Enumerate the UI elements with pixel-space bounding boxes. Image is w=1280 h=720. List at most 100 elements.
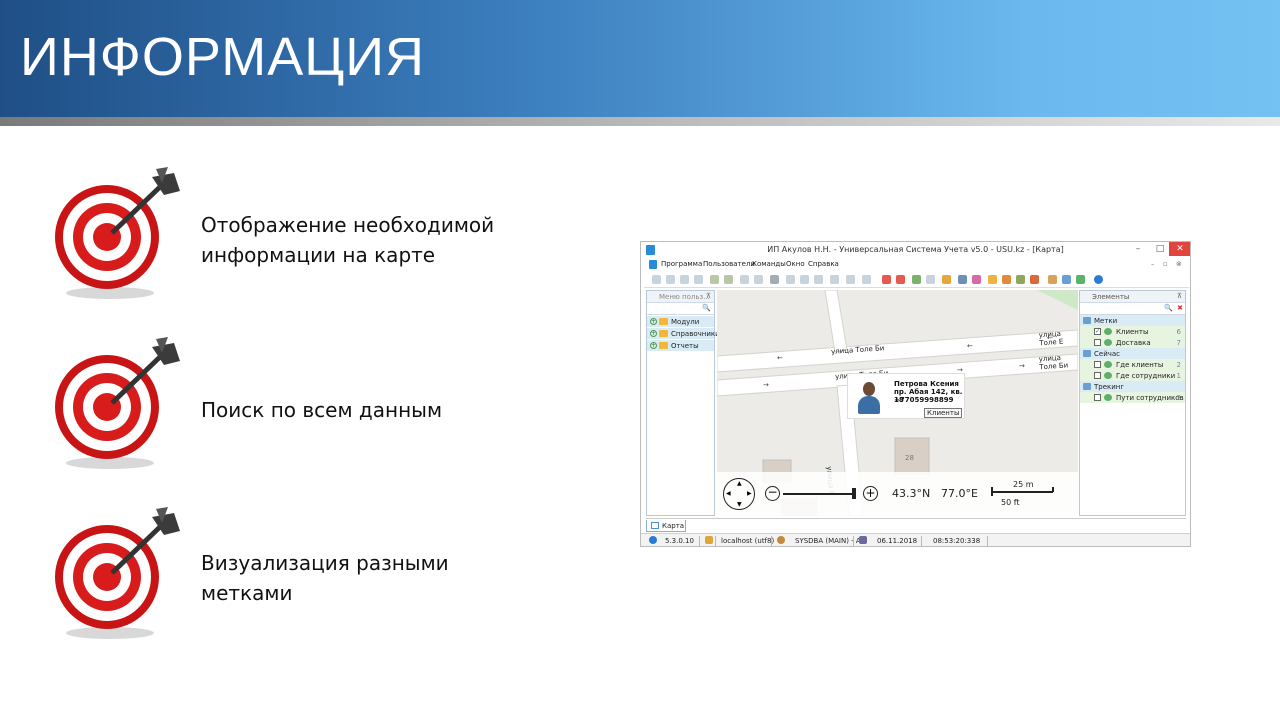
toolbar-delete-icon[interactable]: [694, 275, 703, 284]
toolbar-filter-clear-icon[interactable]: [754, 275, 763, 284]
toolbar-run-icon[interactable]: [1076, 275, 1085, 284]
toolbar-grid-icon[interactable]: [846, 275, 855, 284]
checkbox[interactable]: [1094, 361, 1101, 368]
window-title: ИП Акулов Н.Н. - Универсальная Система У…: [767, 245, 1064, 254]
status-version: 5.3.0.10: [665, 537, 694, 545]
menu-item-commands[interactable]: Команды: [752, 260, 786, 268]
elements-header: Элементы ⊼: [1080, 291, 1185, 303]
menu-item-program[interactable]: Программа: [661, 260, 702, 268]
expand-icon[interactable]: +: [650, 342, 657, 349]
pan-up-icon[interactable]: ▲: [737, 480, 742, 487]
toolbar-first-icon[interactable]: [786, 275, 795, 284]
svg-text:←: ←: [967, 342, 973, 350]
checkbox[interactable]: [1094, 339, 1101, 346]
toolbar-new-icon[interactable]: [652, 275, 661, 284]
status-bar: 5.3.0.10 localhost (utf8) SYSDBA (MAIN) …: [641, 533, 1190, 546]
scale-tick: [991, 487, 993, 496]
zoom-out-button[interactable]: −: [765, 486, 780, 501]
mdi-minimize-icon[interactable]: –: [1151, 260, 1155, 268]
street-label: улица Толе Е: [1038, 329, 1064, 348]
toolbar-last-icon[interactable]: [830, 275, 839, 284]
toolbar-next-icon[interactable]: [814, 275, 823, 284]
status-date: 06.11.2018: [877, 537, 918, 545]
element-item-clients[interactable]: ✓ Клиенты 6: [1080, 326, 1185, 337]
tab-map[interactable]: Карта: [646, 520, 686, 532]
toolbar-clock-icon[interactable]: [926, 275, 935, 284]
clear-search-icon[interactable]: ✖: [1177, 304, 1183, 312]
element-item-staff-paths[interactable]: Пути сотрудников 2: [1080, 392, 1185, 403]
group-now[interactable]: Сейчас: [1080, 348, 1185, 359]
toolbar-copy-icon[interactable]: [666, 275, 675, 284]
status-separator: [771, 536, 772, 546]
menu-item-users[interactable]: Пользователи: [703, 260, 755, 268]
group-marks[interactable]: Метки: [1080, 315, 1185, 326]
slide-title: ИНФОРМАЦИЯ: [20, 27, 426, 87]
element-item-where-clients[interactable]: Где клиенты 2: [1080, 359, 1185, 370]
pan-down-icon[interactable]: ▼: [737, 501, 742, 508]
element-item-delivery[interactable]: Доставка 7: [1080, 337, 1185, 348]
zoom-slider-track[interactable]: [783, 493, 855, 495]
checkbox[interactable]: [1094, 394, 1101, 401]
popup-clients-button[interactable]: Клиенты: [924, 408, 963, 418]
toolbar-chart-icon[interactable]: [1030, 275, 1039, 284]
pan-control[interactable]: ▲ ▼ ◀ ▶: [723, 478, 755, 510]
tree-item-references[interactable]: + Справочники: [647, 328, 720, 339]
elements-search[interactable]: 🔍 ✖: [1080, 303, 1185, 315]
group-icon: [1083, 350, 1091, 357]
toolbar-prev-icon[interactable]: [800, 275, 809, 284]
status-separator: [987, 536, 988, 546]
pan-left-icon[interactable]: ◀: [726, 490, 731, 497]
toolbar-info-icon[interactable]: [1094, 275, 1103, 284]
scale-bar: [991, 491, 1053, 493]
search-icon[interactable]: 🔍: [1164, 304, 1173, 312]
maximize-button[interactable]: □: [1149, 242, 1171, 256]
toolbar-save-icon[interactable]: [1062, 275, 1071, 284]
checkbox[interactable]: [1094, 372, 1101, 379]
user-menu-title: Меню польз...: [659, 293, 710, 301]
search-icon[interactable]: 🔍: [702, 304, 711, 312]
toolbar-edit-icon[interactable]: [680, 275, 689, 284]
mdi-restore-icon[interactable]: ▫: [1163, 260, 1168, 268]
expand-icon[interactable]: +: [650, 330, 657, 337]
toolbar-import-icon[interactable]: [896, 275, 905, 284]
toolbar-color-icon[interactable]: [972, 275, 981, 284]
toolbar-mail-icon[interactable]: [988, 275, 997, 284]
status-separator: [921, 536, 922, 546]
menu-item-window[interactable]: Окно: [786, 260, 805, 268]
map-view[interactable]: ← ← ← → → → 28 улица Толе Би улица Толе …: [717, 290, 1078, 516]
toolbar-bulb-icon[interactable]: [942, 275, 951, 284]
group-label: Трекинг: [1094, 383, 1125, 391]
zoom-in-button[interactable]: +: [863, 486, 878, 501]
folder-icon: [659, 342, 668, 349]
close-button[interactable]: ✕: [1169, 242, 1190, 256]
user-menu-search[interactable]: 🔍: [647, 303, 714, 315]
group-tracking[interactable]: Трекинг: [1080, 381, 1185, 392]
menu-item-help[interactable]: Справка: [808, 260, 839, 268]
mdi-close-icon[interactable]: ⊗: [1176, 260, 1182, 268]
toolbar-flag-icon[interactable]: [770, 275, 779, 284]
item-count: 7: [1176, 339, 1181, 347]
toolbar-filter-icon[interactable]: [740, 275, 749, 284]
minimize-button[interactable]: –: [1127, 242, 1149, 256]
pin-icon[interactable]: ⊼: [706, 292, 711, 300]
pan-right-icon[interactable]: ▶: [747, 490, 752, 497]
toolbar-excel-icon[interactable]: [912, 275, 921, 284]
toolbar-print-icon[interactable]: [862, 275, 871, 284]
expand-icon[interactable]: +: [650, 318, 657, 325]
marker-popup[interactable]: Петрова Ксения пр. Абая 142, кв. 18 +770…: [847, 373, 965, 419]
tree-item-modules[interactable]: + Модули: [647, 316, 714, 327]
toolbar-users-icon[interactable]: [1016, 275, 1025, 284]
item-label: Пути сотрудников: [1116, 394, 1184, 402]
toolbar-settings-icon[interactable]: [958, 275, 967, 284]
toolbar-calendar-icon[interactable]: [1048, 275, 1057, 284]
element-item-where-staff[interactable]: Где сотрудники 1: [1080, 370, 1185, 381]
checkbox[interactable]: ✓: [1094, 328, 1101, 335]
pin-icon[interactable]: ⊼: [1177, 292, 1182, 300]
toolbar-home-icon[interactable]: [1002, 275, 1011, 284]
toolbar-search-icon[interactable]: [724, 275, 733, 284]
toolbar-export-icon[interactable]: [882, 275, 891, 284]
toolbar-refresh-icon[interactable]: [710, 275, 719, 284]
zoom-slider-handle[interactable]: [852, 488, 856, 499]
tree-item-reports[interactable]: + Отчеты: [647, 340, 714, 351]
tree-item-label: Модули: [671, 318, 700, 326]
